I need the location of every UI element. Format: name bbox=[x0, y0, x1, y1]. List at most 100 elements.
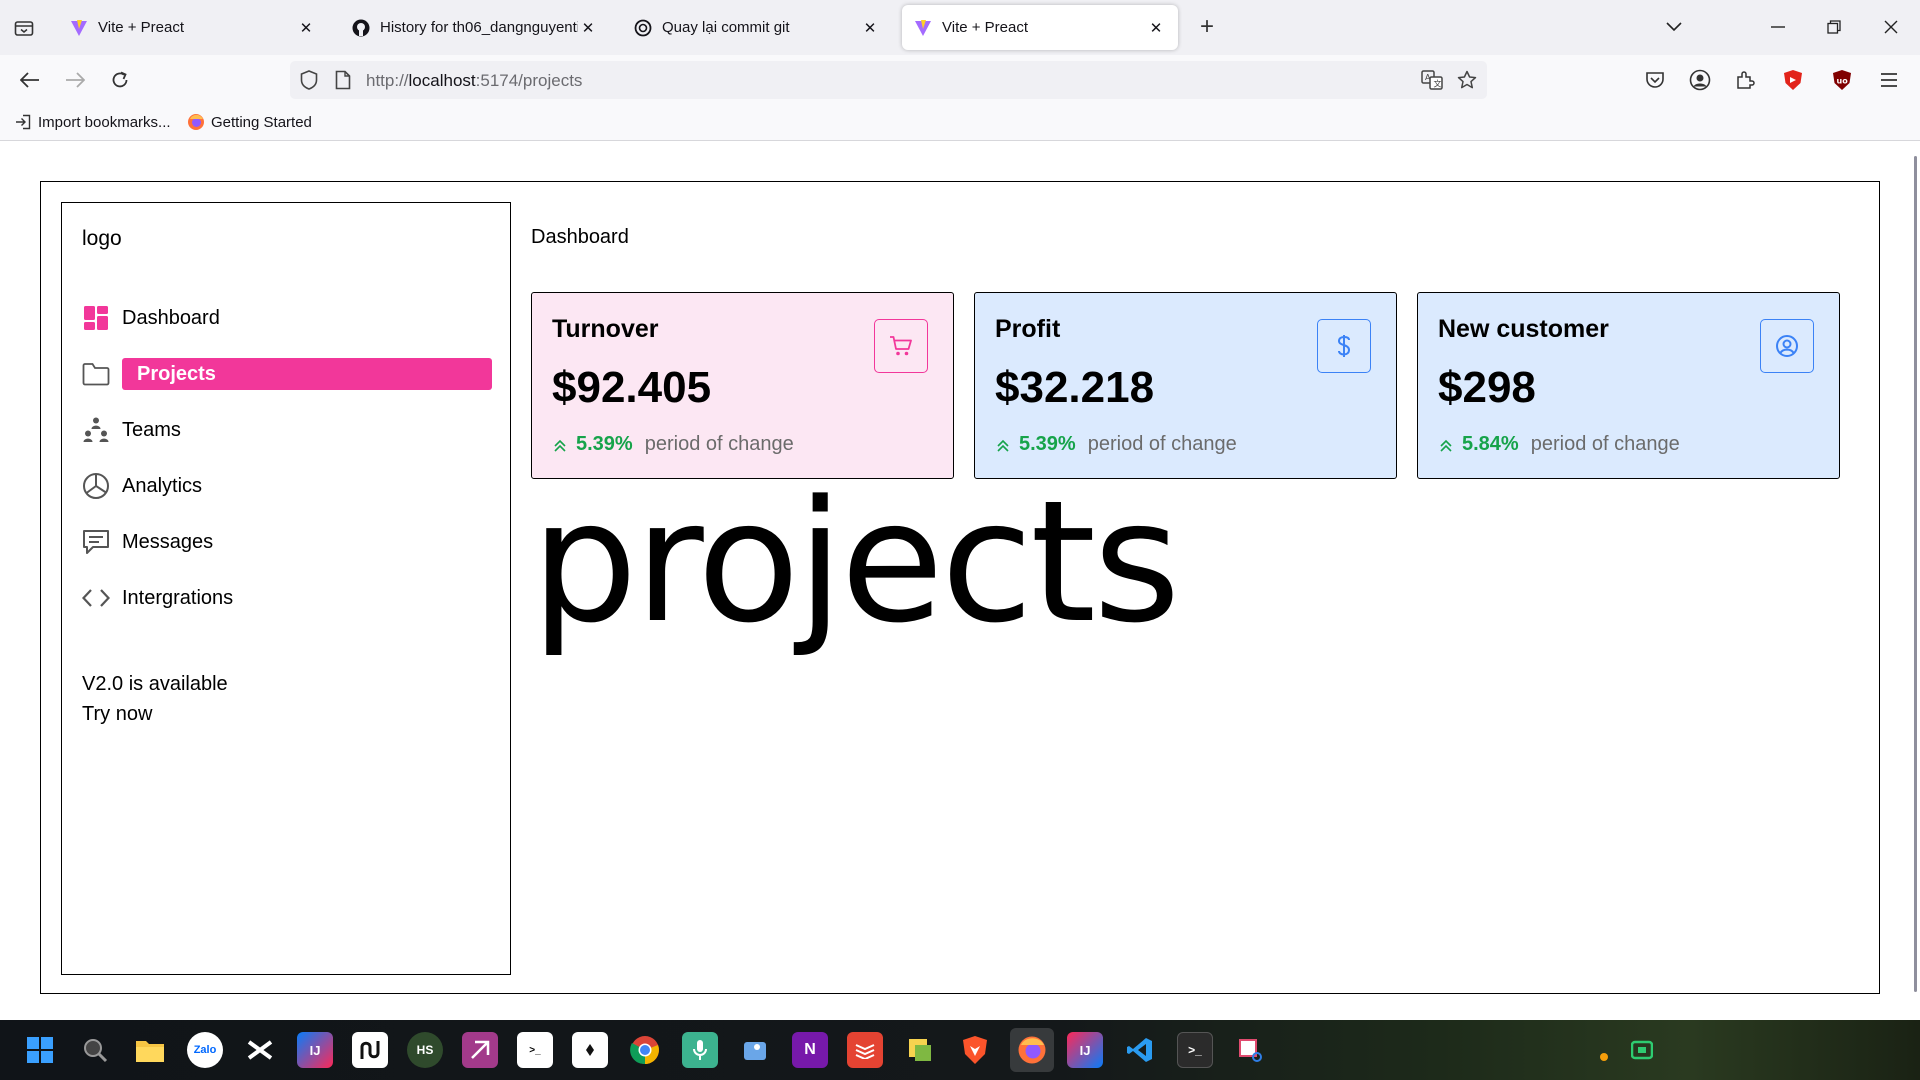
firefox-taskbar-icon[interactable] bbox=[1010, 1028, 1054, 1072]
intellij-icon[interactable]: IJ bbox=[297, 1032, 333, 1068]
sidebar-item-intergrations[interactable]: Intergrations bbox=[82, 582, 492, 614]
svg-text:uo: uo bbox=[1837, 77, 1849, 86]
reload-icon[interactable] bbox=[104, 64, 136, 96]
vscode-icon[interactable] bbox=[1122, 1032, 1158, 1068]
tab-close-icon[interactable]: ✕ bbox=[296, 18, 316, 38]
browser-tab[interactable]: History for th06_dangnguyentie ✕ bbox=[340, 5, 610, 50]
intellij-2-icon[interactable]: IJ bbox=[1067, 1032, 1103, 1068]
dollar-icon[interactable] bbox=[1317, 319, 1371, 373]
page-info-icon[interactable] bbox=[335, 70, 351, 95]
brave-browser-icon[interactable] bbox=[957, 1032, 993, 1068]
brave-shield-icon[interactable] bbox=[1777, 64, 1809, 96]
translate-icon[interactable]: A文 bbox=[1421, 70, 1443, 95]
sticky-notes-icon[interactable] bbox=[902, 1032, 938, 1068]
chevron-up-double-icon bbox=[1438, 437, 1454, 453]
onenote-icon[interactable]: N bbox=[792, 1032, 828, 1068]
page-scrollbar[interactable] bbox=[1914, 156, 1917, 992]
change-description: period of change bbox=[1530, 433, 1680, 455]
sidebar-item-projects[interactable]: Projects bbox=[82, 358, 492, 390]
tab-list-icon[interactable] bbox=[8, 12, 40, 44]
try-now-link[interactable]: Try now bbox=[82, 699, 228, 729]
window-close-icon[interactable] bbox=[1871, 12, 1911, 42]
user-circle-icon[interactable] bbox=[1760, 319, 1814, 373]
sidebar-item-dashboard[interactable]: Dashboard bbox=[82, 302, 492, 334]
pocket-icon[interactable] bbox=[1639, 64, 1671, 96]
firefox-icon bbox=[187, 113, 205, 131]
change-percent: 5.39% bbox=[576, 433, 633, 455]
card-change: 5.39% period of change bbox=[552, 433, 794, 456]
bookmark-label: Import bookmarks... bbox=[38, 113, 171, 131]
snipping-tool-icon[interactable] bbox=[1232, 1032, 1268, 1068]
sidebar-item-messages[interactable]: Messages bbox=[82, 526, 492, 558]
photos-app-icon[interactable] bbox=[737, 1032, 773, 1068]
capcut-icon[interactable] bbox=[242, 1032, 278, 1068]
ublock-origin-icon[interactable]: uo bbox=[1826, 64, 1858, 96]
sidebar-item-analytics[interactable]: Analytics bbox=[82, 470, 492, 502]
sidebar-item-label: Messages bbox=[122, 530, 214, 553]
back-arrow-icon[interactable] bbox=[14, 64, 46, 96]
browser-tab-active[interactable]: Vite + Preact ✕ bbox=[902, 5, 1178, 50]
sidebar-item-label: Intergrations bbox=[122, 586, 234, 609]
hamburger-menu-icon[interactable] bbox=[1873, 64, 1905, 96]
teams-icon bbox=[82, 416, 110, 444]
microphone-app-icon[interactable] bbox=[682, 1032, 718, 1068]
browser-tab[interactable]: Vite + Preact ✕ bbox=[58, 5, 328, 50]
minimize-icon[interactable] bbox=[1758, 12, 1798, 42]
code-icon bbox=[82, 584, 110, 612]
restore-icon[interactable] bbox=[1814, 12, 1854, 42]
bookmark-star-icon[interactable] bbox=[1457, 70, 1477, 95]
tab-title: Vite + Preact bbox=[942, 19, 1029, 36]
folder-icon bbox=[82, 360, 110, 388]
browser-tab[interactable]: Quay lại commit git ✕ bbox=[622, 5, 892, 50]
zalo-icon[interactable]: Zalo bbox=[187, 1032, 223, 1068]
page-viewport: logo Dashboard Projects Teams Analytics … bbox=[0, 142, 1920, 1020]
chatgpt-icon bbox=[634, 19, 652, 37]
vite-icon bbox=[914, 19, 932, 37]
tab-close-icon[interactable]: ✕ bbox=[578, 18, 598, 38]
notes-app-icon[interactable] bbox=[572, 1032, 608, 1068]
page-title: Dashboard bbox=[531, 226, 629, 248]
browser-tab-bar: Vite + Preact ✕ History for th06_dangngu… bbox=[0, 0, 1920, 55]
windows-terminal-icon[interactable]: >_ bbox=[1177, 1032, 1213, 1068]
terminal-app-icon[interactable]: >_ bbox=[517, 1032, 553, 1068]
tray-app-icon[interactable] bbox=[1627, 1035, 1657, 1065]
tracking-shield-icon[interactable] bbox=[300, 70, 318, 95]
extensions-icon[interactable] bbox=[1729, 64, 1761, 96]
sidebar: logo Dashboard Projects Teams Analytics … bbox=[61, 202, 511, 975]
hs-app-icon[interactable]: HS bbox=[407, 1032, 443, 1068]
account-icon[interactable] bbox=[1684, 64, 1716, 96]
chevron-up-double-icon bbox=[552, 437, 568, 453]
sidebar-item-label: Dashboard bbox=[122, 306, 220, 329]
address-bar[interactable]: http://localhost:5174/projects A文 bbox=[290, 61, 1487, 99]
file-explorer-icon[interactable] bbox=[132, 1032, 168, 1068]
new-tab-button[interactable]: + bbox=[1193, 14, 1221, 42]
tab-close-icon[interactable]: ✕ bbox=[860, 18, 880, 38]
card-change: 5.84% period of change bbox=[1438, 433, 1680, 456]
search-icon[interactable] bbox=[77, 1032, 113, 1068]
app-container: logo Dashboard Projects Teams Analytics … bbox=[40, 181, 1880, 994]
tab-title: Quay lại commit git bbox=[662, 19, 790, 36]
sidebar-item-label: Analytics bbox=[122, 474, 203, 497]
app-icon[interactable] bbox=[352, 1032, 388, 1068]
upgrade-promo: V2.0 is available Try now bbox=[82, 669, 228, 729]
change-description: period of change bbox=[1087, 433, 1237, 455]
cart-icon[interactable] bbox=[874, 319, 928, 373]
tab-title: Vite + Preact bbox=[98, 19, 185, 36]
url-text[interactable]: http://localhost:5174/projects bbox=[366, 71, 582, 91]
svg-text:A: A bbox=[1425, 73, 1431, 82]
bookmarks-bar: Import bookmarks... Getting Started bbox=[0, 105, 1920, 141]
forward-arrow-icon[interactable] bbox=[59, 64, 91, 96]
card-value: $32.218 bbox=[995, 363, 1155, 412]
design-app-icon[interactable] bbox=[462, 1032, 498, 1068]
change-percent: 5.39% bbox=[1019, 433, 1076, 455]
windows-start-icon[interactable] bbox=[22, 1032, 58, 1068]
bookmark-getting-started[interactable]: Getting Started bbox=[187, 113, 312, 131]
bookmark-import[interactable]: Import bookmarks... bbox=[14, 113, 171, 131]
todoist-icon[interactable] bbox=[847, 1032, 883, 1068]
chrome-icon[interactable] bbox=[627, 1032, 663, 1068]
svg-text:文: 文 bbox=[1434, 79, 1442, 89]
windows-taskbar: Zalo IJ HS >_ N IJ >_ bbox=[0, 1020, 1920, 1080]
tab-close-icon[interactable]: ✕ bbox=[1146, 18, 1166, 38]
sidebar-item-teams[interactable]: Teams bbox=[82, 414, 492, 446]
tab-overflow-chevron-icon[interactable] bbox=[1654, 12, 1694, 42]
